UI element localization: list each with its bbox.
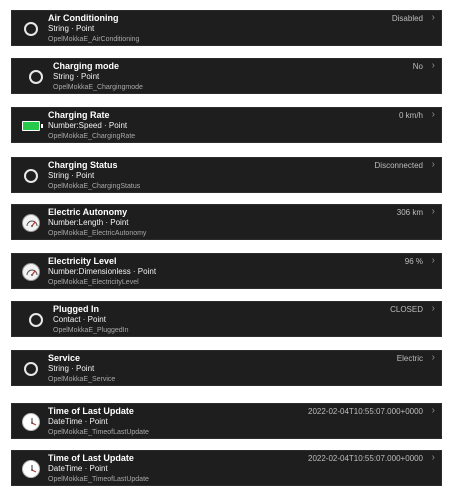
chevron-right-icon: › <box>431 405 435 416</box>
item-title: Air Conditioning <box>48 13 119 23</box>
clock-icon <box>21 412 41 432</box>
circle-icon <box>21 359 41 379</box>
chevron-right-icon: › <box>431 452 435 463</box>
item-type: String · Point <box>53 72 100 81</box>
item-value: 2022-02-04T10:55:07.000+0000 <box>308 407 423 416</box>
item-type: String · Point <box>48 364 95 373</box>
list-item-charging-rate[interactable]: Charging Rate Number:Speed · Point OpelM… <box>11 107 442 143</box>
item-title: Service <box>48 353 81 363</box>
item-value: 96 % <box>404 257 423 266</box>
list-item-air-conditioning[interactable]: Air Conditioning String · Point OpelMokk… <box>11 10 442 46</box>
item-value: 306 km <box>396 208 423 217</box>
item-type: Contact · Point <box>53 315 106 324</box>
list-item-time-of-last-update-2[interactable]: Time of Last Update DateTime · Point Ope… <box>11 450 442 486</box>
item-type: DateTime · Point <box>48 464 108 473</box>
chevron-right-icon: › <box>431 12 435 23</box>
list-item-electric-autonomy[interactable]: Electric Autonomy Number:Length · Point … <box>11 204 442 240</box>
circle-icon <box>26 310 46 330</box>
item-name: OpelMokkaE_ElectricAutonomy <box>48 230 147 237</box>
chevron-right-icon: › <box>431 352 435 363</box>
item-value: 0 km/h <box>398 111 423 120</box>
item-type: String · Point <box>48 171 95 180</box>
circle-icon <box>21 166 41 186</box>
item-name: OpelMokkaE_AirConditioning <box>48 36 140 43</box>
chevron-right-icon: › <box>431 255 435 266</box>
gauge-icon <box>21 213 41 233</box>
list-item-electricity-level[interactable]: Electricity Level Number:Dimensionless ·… <box>11 253 442 289</box>
item-name: OpelMokkaE_Service <box>48 376 116 383</box>
item-title: Electricity Level <box>48 256 117 266</box>
item-type: Number:Dimensionless · Point <box>48 267 157 276</box>
chevron-right-icon: › <box>431 159 435 170</box>
list-item-charging-mode[interactable]: Charging mode String · Point OpelMokkaE_… <box>11 58 442 94</box>
list-item-charging-status[interactable]: Charging Status String · Point OpelMokka… <box>11 157 442 193</box>
circle-icon <box>26 67 46 87</box>
item-value: Disconnected <box>374 161 423 170</box>
item-value: No <box>412 62 423 71</box>
item-value: Disabled <box>391 14 423 23</box>
item-title: Charging Rate <box>48 110 110 120</box>
chevron-right-icon: › <box>431 303 435 314</box>
chevron-right-icon: › <box>431 60 435 71</box>
item-name: OpelMokkaE_TimeofLastUpdate <box>48 476 149 483</box>
item-name: OpelMokkaE_ChargingStatus <box>48 183 141 190</box>
item-name: OpelMokkaE_PluggedIn <box>53 327 129 334</box>
clock-icon <box>21 459 41 479</box>
item-name: OpelMokkaE_ElectricityLevel <box>48 279 139 286</box>
item-value: Electric <box>396 354 423 363</box>
chevron-right-icon: › <box>431 206 435 217</box>
battery-icon <box>21 116 43 136</box>
item-type: Number:Length · Point <box>48 218 129 227</box>
item-title: Time of Last Update <box>48 453 134 463</box>
list-item-service[interactable]: Service String · Point OpelMokkaE_Servic… <box>11 350 442 386</box>
item-name: OpelMokkaE_TimeofLastUpdate <box>48 429 149 436</box>
item-name: OpelMokkaE_Chargingmode <box>53 84 143 91</box>
item-value: 2022-02-04T10:55:07.000+0000 <box>308 454 423 463</box>
item-type: String · Point <box>48 24 95 33</box>
circle-icon <box>21 19 41 39</box>
item-title: Charging Status <box>48 160 118 170</box>
item-name: OpelMokkaE_ChargingRate <box>48 133 136 140</box>
gauge-icon <box>21 262 41 282</box>
item-type: Number:Speed · Point <box>48 121 128 130</box>
list-item-plugged-in[interactable]: Plugged In Contact · Point OpelMokkaE_Pl… <box>11 301 442 337</box>
list-item-time-of-last-update[interactable]: Time of Last Update DateTime · Point Ope… <box>11 403 442 439</box>
item-value: CLOSED <box>390 305 423 314</box>
item-title: Plugged In <box>53 304 99 314</box>
chevron-right-icon: › <box>431 109 435 120</box>
item-title: Charging mode <box>53 61 120 71</box>
item-type: DateTime · Point <box>48 417 108 426</box>
item-title: Electric Autonomy <box>48 207 128 217</box>
item-title: Time of Last Update <box>48 406 134 416</box>
